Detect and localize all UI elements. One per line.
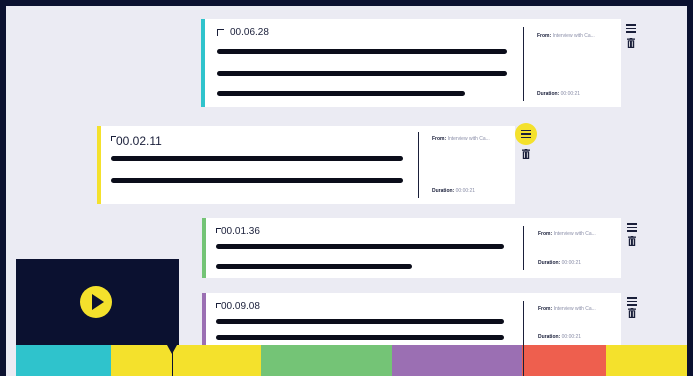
duration-value: 00:00:21 (560, 91, 581, 97)
clip-duration: Duration: 00:00:21 (537, 91, 580, 97)
clip-duration: Duration: 00:00:21 (538, 260, 581, 266)
timeline-segment[interactable] (606, 345, 687, 376)
timeline[interactable] (16, 345, 687, 376)
from-value: Interview with Ca... (447, 136, 490, 142)
duration-label: Duration: (538, 260, 561, 266)
clip-from: From: Interview with Ca... (537, 33, 595, 39)
menu-icon[interactable] (515, 123, 537, 145)
duration-label: Duration: (537, 91, 560, 97)
from-label: From: (432, 136, 447, 142)
duration-value: 00:00:21 (561, 260, 582, 266)
menu-icon[interactable] (627, 223, 637, 234)
menu-icon[interactable] (626, 24, 636, 35)
transcript-line (216, 264, 412, 269)
clip-card[interactable]: 00.09.08 From: Interview with Ca... Dura… (202, 293, 621, 353)
clip-corner-icon (217, 29, 224, 36)
clip-color-bar (202, 293, 206, 353)
clip-color-bar (97, 126, 101, 204)
clip-divider (418, 132, 419, 198)
duration-label: Duration: (538, 334, 561, 340)
trash-icon[interactable] (628, 236, 636, 246)
duration-value: 00:00:21 (561, 334, 582, 340)
transcript-line (111, 156, 403, 161)
transcript-line (216, 319, 504, 324)
from-label: From: (538, 231, 553, 237)
timeline-segment[interactable] (392, 345, 522, 376)
clip-card[interactable]: 00.01.36 From: Interview with Ca... Dura… (202, 218, 621, 278)
clip-divider (523, 226, 524, 270)
transcript-line (217, 49, 507, 54)
timeline-segment[interactable] (16, 345, 111, 376)
play-icon[interactable] (80, 286, 112, 318)
transcript-line (217, 71, 507, 76)
clip-timecode: 00.02.11 (116, 134, 162, 148)
clip-color-bar (201, 19, 205, 107)
duration-value: 00:00:21 (455, 188, 476, 194)
transcript-line (216, 335, 504, 340)
trash-icon[interactable] (627, 38, 635, 48)
from-label: From: (538, 306, 553, 312)
clip-timecode: 00.01.36 (221, 226, 260, 237)
video-player (16, 259, 179, 345)
timeline-marker (523, 345, 524, 376)
from-value: Interview with Ca... (552, 33, 595, 39)
clip-timecode: 00.09.08 (221, 301, 260, 312)
timeline-segment[interactable] (261, 345, 392, 376)
transcript-line (217, 91, 465, 96)
from-value: Interview with Ca... (553, 231, 596, 237)
duration-label: Duration: (432, 188, 455, 194)
menu-icon[interactable] (627, 297, 637, 308)
clip-color-bar (202, 218, 206, 278)
transcript-line (216, 244, 504, 249)
from-label: From: (537, 33, 552, 39)
timeline-segment[interactable] (522, 345, 606, 376)
clip-duration: Duration: 00:00:21 (432, 188, 475, 194)
clip-card[interactable]: 00.02.11 From: Interview with Ca... Dura… (97, 126, 515, 204)
clip-from: From: Interview with Ca... (538, 231, 596, 237)
timeline-segment[interactable] (111, 345, 261, 376)
clip-from: From: Interview with Ca... (432, 136, 490, 142)
clip-card[interactable]: 00.06.28 From: Interview with Ca... Dura… (201, 19, 621, 107)
clip-divider (523, 27, 524, 101)
trash-icon[interactable] (628, 308, 636, 318)
clip-timecode: 00.06.28 (230, 27, 269, 38)
from-value: Interview with Ca... (553, 306, 596, 312)
clip-duration: Duration: 00:00:21 (538, 334, 581, 340)
workspace: 00.06.28 From: Interview with Ca... Dura… (6, 6, 687, 376)
clip-from: From: Interview with Ca... (538, 306, 596, 312)
playhead-handle[interactable] (167, 345, 177, 354)
transcript-line (111, 178, 403, 183)
trash-icon[interactable] (522, 149, 530, 159)
